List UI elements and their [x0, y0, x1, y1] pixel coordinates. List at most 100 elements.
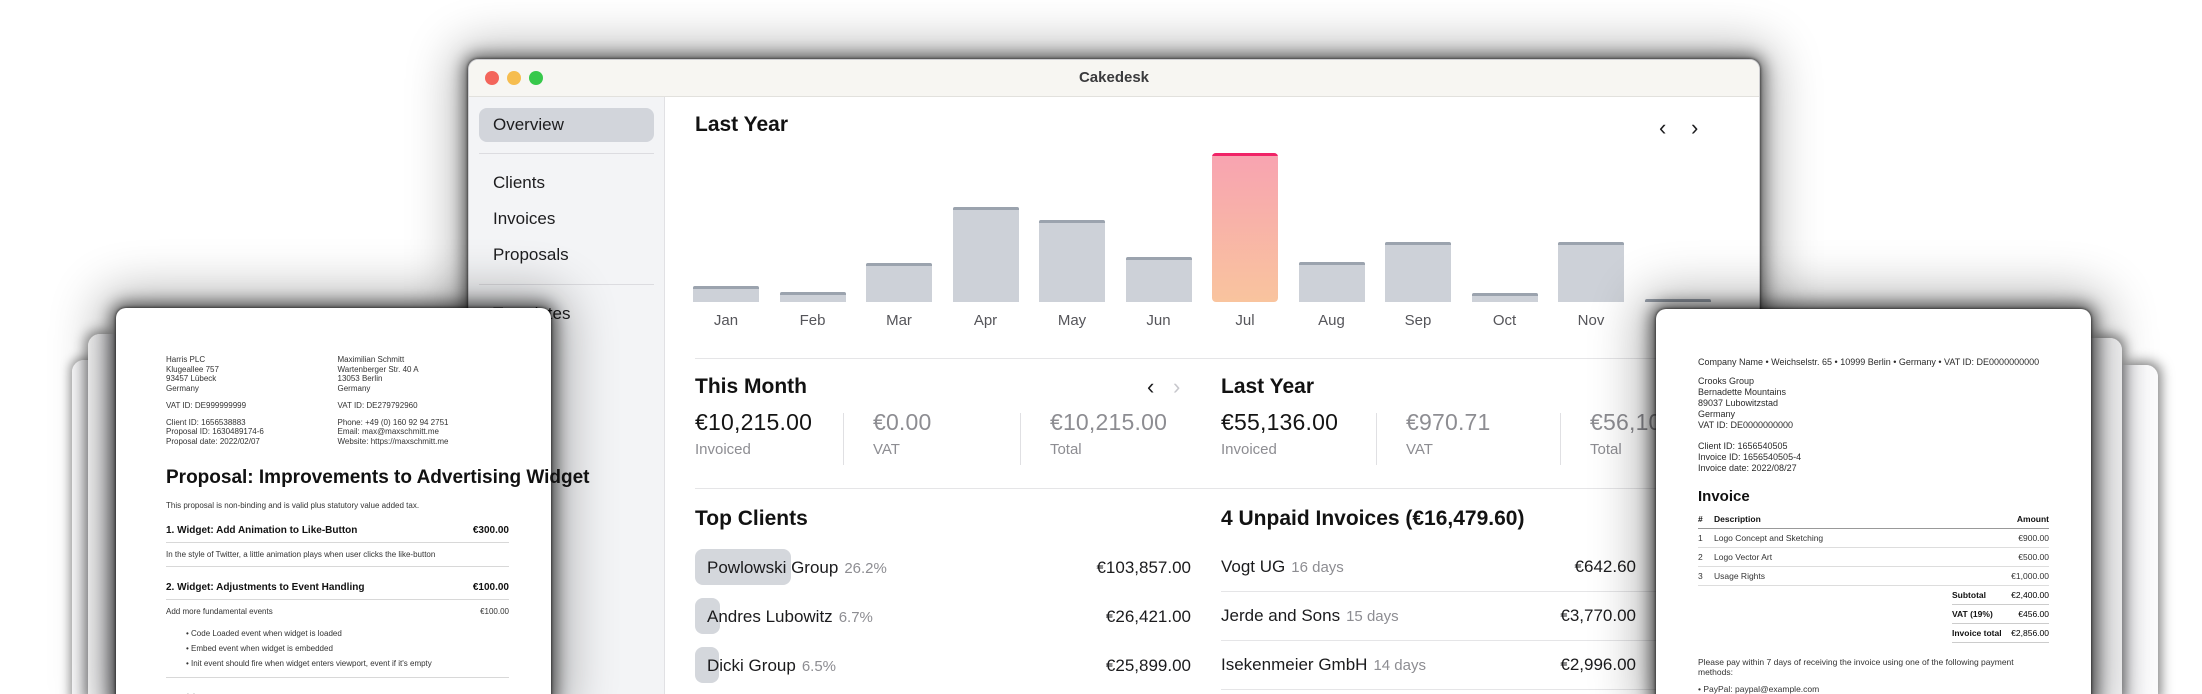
proposal-item-desc: Add more fundamental events €100.00	[166, 600, 509, 623]
invoice-client-address-line: Germany	[1698, 409, 1736, 419]
month-label: Mar	[886, 312, 912, 329]
invoice-document: Company Name • Weichselstr. 65 • 10999 B…	[1656, 309, 2091, 694]
total-value: €2,400.00	[2011, 590, 2049, 600]
chart-bar-jun[interactable]	[1125, 257, 1192, 302]
stat-invoiced: €55,136.00 Invoiced	[1221, 409, 1376, 465]
line-desc: Logo Concept and Sketching	[1714, 533, 1824, 543]
bar-chart	[693, 153, 1723, 302]
chart-bar-oct[interactable]	[1471, 293, 1538, 302]
bar-cap	[1212, 153, 1278, 156]
invoice-line-item: 2 Logo Vector Art €500.00	[1698, 548, 2049, 567]
top-client-row[interactable]: Dicki Group 6.5% €25,899.00	[695, 641, 1191, 690]
sender-address-line: 13053 Berlin	[337, 374, 383, 383]
bar-cap	[866, 263, 932, 266]
proposal-item-desc: In the style of Twitter, a little animat…	[166, 543, 509, 567]
proposal-bullet: • Embed event when widget is embedded	[186, 644, 333, 653]
client-name: Powlowski Group 26.2%	[707, 557, 887, 577]
month-label: Jun	[1146, 312, 1171, 329]
titlebar[interactable]: Cakedesk	[469, 60, 1759, 97]
invoice-meta-line: Invoice date: 2022/08/27	[1698, 463, 1797, 473]
proposal-document: Harris PLC Klugeallee 757 93457 Lübeck Germ…	[116, 308, 590, 694]
bar-cap	[1039, 220, 1105, 223]
line-num: 2	[1698, 552, 1703, 562]
month-label: Nov	[1577, 312, 1605, 329]
chart-title: Last Year	[695, 113, 789, 136]
client-percentage: 6.7%	[838, 608, 873, 626]
stat-label: VAT	[872, 441, 900, 458]
total-label: VAT (19%)	[1952, 609, 1993, 619]
chart-bar-dec[interactable]	[1644, 299, 1711, 302]
stats-next-icon[interactable]: ›	[1173, 376, 1180, 398]
chart-bar-apr[interactable]	[952, 207, 1019, 302]
client-amount: €25,899.00	[1105, 655, 1191, 675]
unpaid-invoice-row[interactable]: Jerde and Sons 15 days €3,770.00	[1221, 592, 1713, 641]
bar-cap	[779, 292, 846, 295]
client-amount: €103,857.00	[1096, 557, 1191, 577]
total-value: €456.00	[2018, 609, 2049, 619]
sidebar-item-invoices[interactable]: Invoices	[479, 201, 654, 237]
client-address-line: Germany	[166, 383, 199, 393]
line-amount: €500.00	[2018, 552, 2049, 562]
top-client-row[interactable]: Powlowski Group 26.2% €103,857.00	[695, 543, 1191, 592]
proposal-title: Proposal: Improvements to Advertising Wi…	[166, 467, 590, 488]
unpaid-invoice-row[interactable]: Isekenmeier GmbH 14 days €2,996.00	[1221, 641, 1713, 690]
app-window: Cakedesk Overview Clients Invoices Proposal…	[468, 59, 1760, 694]
client-percentage: 6.5%	[801, 657, 837, 675]
client-vat: VAT ID: DE999999999	[166, 401, 247, 410]
stat-total: €10,215.00 Total	[1021, 409, 1197, 465]
total-value: €2,856.00	[2011, 628, 2049, 638]
sender-address-line: Wartenberger Str. 40 A	[337, 364, 419, 374]
invoice-client-name: Isekenmeier GmbH 14 days	[1221, 655, 1426, 674]
stats-prev-icon[interactable]: ‹	[1147, 376, 1154, 398]
chart-bar-jan[interactable]	[693, 286, 759, 302]
invoice-total-row: VAT (19%) €456.00	[1952, 605, 2049, 624]
client-address-line: Harris PLC	[166, 355, 206, 364]
invoice-client-address-line: 89037 Lubowitzstad	[1698, 398, 1779, 408]
invoice-line-item: 1 Logo Concept and Sketching €900.00	[1698, 529, 2049, 548]
bar-cap	[1125, 257, 1192, 260]
stat-label: Invoiced	[1221, 441, 1277, 458]
proposal-bullet: • Code Loaded event when widget is loade…	[186, 629, 342, 638]
invoice-payment-note: Please pay within 7 days of receiving th…	[1698, 657, 2014, 677]
chart-bar-mar[interactable]	[866, 263, 932, 302]
stat-vat: €970.71 VAT	[1377, 409, 1560, 465]
month-label: May	[1057, 312, 1087, 329]
invoice-client-address-line: Bernadette Mountains	[1698, 387, 1787, 397]
proposal-item-title: 2. Widget: Adjustments to Event Handling	[166, 582, 365, 593]
chart-bar-sep[interactable]	[1385, 242, 1451, 302]
stat-value: €10,215.00	[695, 409, 813, 435]
chart-bar-nov[interactable]	[1558, 242, 1624, 302]
line-num: 3	[1698, 571, 1703, 581]
month-label: Aug	[1318, 312, 1345, 329]
invoice-col-desc: Description	[1714, 514, 1761, 524]
line-amount: €1,000.00	[2011, 571, 2049, 581]
invoice-client-name: Jerde and Sons 15 days	[1221, 606, 1399, 625]
line-num: 1	[1698, 533, 1703, 543]
bar-cap	[1385, 242, 1451, 245]
top-client-row[interactable]: Andres Lubowitz 6.7% €26,421.00	[695, 592, 1191, 641]
invoice-company-line: Company Name • Weichselstr. 65 • 10999 B…	[1698, 357, 2040, 367]
chart-bar-may[interactable]	[1039, 220, 1105, 302]
unpaid-invoice-row[interactable]: Vogt UG 16 days €642.60	[1221, 543, 1713, 592]
invoice-sheet-back	[2122, 365, 2158, 694]
stat-label: Invoiced	[695, 441, 751, 458]
chart-bar-feb[interactable]	[779, 292, 846, 302]
chart-bar-aug[interactable]	[1298, 262, 1365, 302]
sidebar-item-overview[interactable]: Overview	[479, 108, 654, 142]
client-address-line: 93457 Lübeck	[166, 374, 217, 383]
chart-next-icon[interactable]: ›	[1691, 117, 1698, 139]
chart-prev-icon[interactable]: ‹	[1659, 117, 1666, 139]
payment-method-line: • PayPal: paypal@example.com	[1698, 684, 1820, 694]
sidebar-item-proposals[interactable]: Proposals	[479, 237, 654, 273]
chart-bar-jul[interactable]	[1212, 153, 1278, 302]
sidebar-item-clients[interactable]: Clients	[479, 165, 654, 201]
invoice-overdue-days: 16 days	[1291, 559, 1344, 576]
stat-value: €10,215.00	[1049, 409, 1168, 435]
sender-contact-line: Phone: +49 (0) 160 92 94 2751	[337, 417, 449, 427]
top-clients-heading: Top Clients	[695, 507, 808, 530]
sidebar-divider	[479, 153, 654, 154]
sender-contact-line: Website: https://maxschmitt.me	[337, 436, 449, 446]
invoice-col-amount: Amount	[2016, 514, 2049, 524]
client-percentage: 26.2%	[844, 559, 887, 577]
